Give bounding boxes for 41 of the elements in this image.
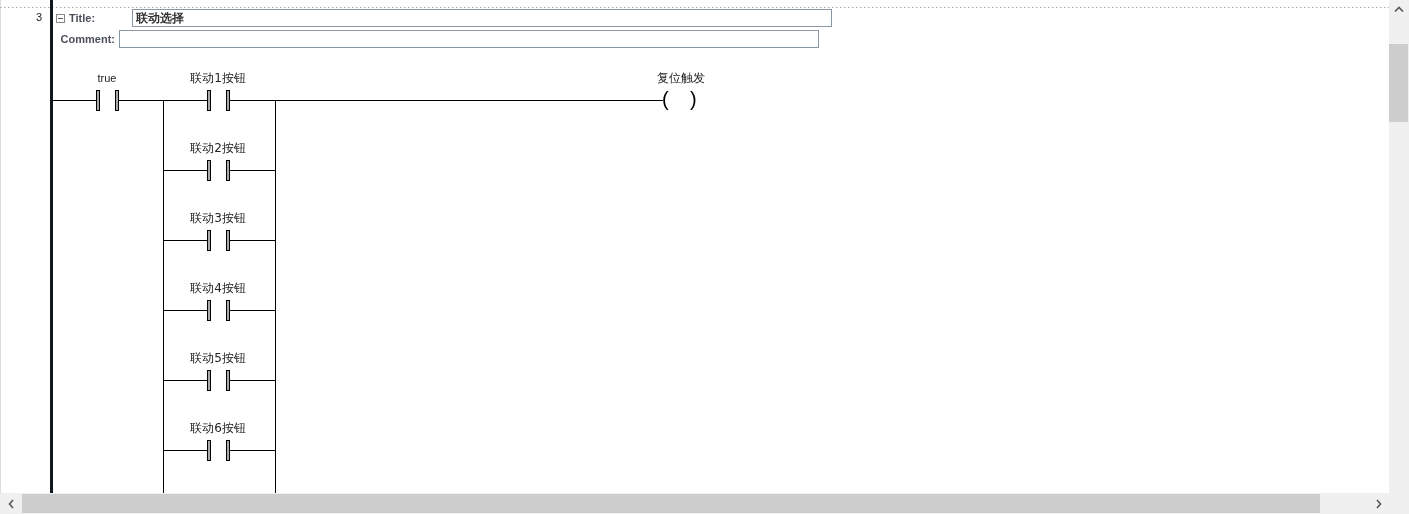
contact-label: true xyxy=(97,72,117,84)
contact-label: 联动1按钮 xyxy=(190,71,246,85)
scroll-up-icon[interactable] xyxy=(1394,6,1404,12)
scrollbar-thumb[interactable] xyxy=(22,494,1320,513)
contact-symbol[interactable] xyxy=(207,440,230,461)
wire-line xyxy=(229,450,276,451)
contact-symbol[interactable] xyxy=(207,300,230,321)
wire-line xyxy=(163,240,209,241)
comment-label: Comment: xyxy=(59,33,116,45)
contact-symbol[interactable] xyxy=(207,230,230,251)
wire-line xyxy=(52,100,97,101)
contact-symbol[interactable] xyxy=(207,90,230,111)
coil-symbol[interactable]: ( xyxy=(662,88,669,110)
title-field[interactable]: 联动选择 xyxy=(132,9,832,27)
contact-label: 联动5按钮 xyxy=(190,351,246,365)
coil-label: 复位触发 xyxy=(657,71,705,85)
wire-line xyxy=(163,170,209,171)
title-label: Title: xyxy=(69,12,97,24)
wire-line xyxy=(163,380,209,381)
wire-line xyxy=(229,240,276,241)
scrollbar-thumb[interactable] xyxy=(1389,44,1408,122)
comment-field[interactable] xyxy=(119,30,819,48)
contact-symbol[interactable] xyxy=(96,90,119,111)
wire-line xyxy=(229,310,276,311)
horizontal-scrollbar[interactable] xyxy=(0,493,1409,514)
scroll-right-icon[interactable] xyxy=(1376,498,1382,509)
coil-symbol[interactable]: ) xyxy=(690,88,697,110)
contact-symbol[interactable] xyxy=(207,370,230,391)
contact-label: 联动3按钮 xyxy=(190,211,246,225)
contact-label: 联动2按钮 xyxy=(190,141,246,155)
wire-line xyxy=(163,450,209,451)
vertical-scrollbar[interactable] xyxy=(1389,0,1409,493)
contact-label: 联动4按钮 xyxy=(190,281,246,295)
network-number: 3 xyxy=(34,10,43,25)
wire-line xyxy=(229,380,276,381)
wire-line xyxy=(163,310,209,311)
scroll-left-icon[interactable] xyxy=(8,498,14,509)
contact-symbol[interactable] xyxy=(207,160,230,181)
contact-label: 联动6按钮 xyxy=(190,421,246,435)
collapse-icon[interactable] xyxy=(56,13,65,23)
wire-line xyxy=(229,170,276,171)
